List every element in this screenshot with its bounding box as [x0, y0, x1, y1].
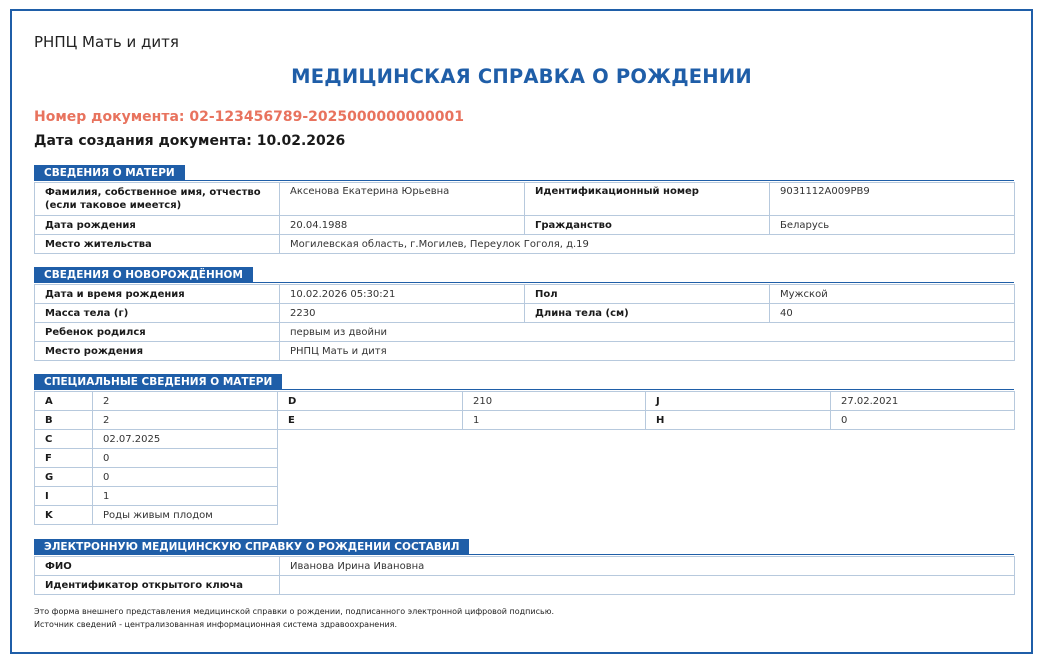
table-row: Идентификатор открытого ключа — [34, 575, 1015, 595]
footer-note-source: Источник сведений - централизованная инф… — [34, 620, 398, 629]
mother-birth-date: 20.04.1988 — [279, 215, 525, 235]
special-g: 0 — [92, 467, 278, 487]
document-title: МЕДИЦИНСКАЯ СПРАВКА О РОЖДЕНИИ — [291, 65, 752, 88]
special-i-label: I — [34, 486, 93, 506]
mother-residence: Могилевская область, г.Могилев, Переулок… — [279, 234, 1015, 254]
mother-birth-date-label: Дата рождения — [34, 215, 280, 235]
special-j-label: J — [645, 391, 831, 411]
newborn-born-label: Ребенок родился — [34, 322, 280, 342]
newborn-section-rule — [34, 282, 1014, 283]
newborn-length-label: Длина тела (см) — [524, 303, 770, 323]
table-row: Ребенок родился первым из двойни — [34, 322, 1015, 342]
mother-residence-label: Место жительства — [34, 234, 280, 254]
footer-note-signature: Это форма внешнего представления медицин… — [34, 607, 554, 616]
document-number: Номер документа: 02-123456789-2025000000… — [34, 109, 465, 125]
table-row: ФИО Иванова Ирина Ивановна — [34, 556, 1015, 576]
special-f-label: F — [34, 448, 93, 468]
special-c-label: C — [34, 429, 93, 449]
newborn-born: первым из двойни — [279, 322, 1015, 342]
table-row: Дата и время рождения 10.02.2026 05:30:2… — [34, 284, 1015, 304]
newborn-place: РНПЦ Мать и дитя — [279, 341, 1015, 361]
newborn-birth-datetime: 10.02.2026 05:30:21 — [279, 284, 525, 304]
mother-citizenship-label: Гражданство — [524, 215, 770, 235]
table-row: Дата рождения 20.04.1988 Гражданство Бел… — [34, 215, 1015, 235]
special-j: 27.02.2021 — [830, 391, 1015, 411]
table-row: Место рождения РНПЦ Мать и дитя — [34, 341, 1015, 361]
mother-section-rule — [34, 180, 1014, 181]
special-g-label: G — [34, 467, 93, 487]
special-section-title: СПЕЦИАЛЬНЫЕ СВЕДЕНИЯ О МАТЕРИ — [34, 374, 283, 390]
special-d-label: D — [277, 391, 463, 411]
newborn-weight: 2230 — [279, 303, 525, 323]
newborn-section-title: СВЕДЕНИЯ О НОВОРОЖДЁННОМ — [34, 267, 253, 283]
organization-name: РНПЦ Мать и дитя — [34, 33, 179, 51]
composer-name: Иванова Ирина Ивановна — [279, 556, 1015, 576]
mother-section-title: СВЕДЕНИЯ О МАТЕРИ — [34, 165, 185, 181]
newborn-table: Дата и время рождения 10.02.2026 05:30:2… — [34, 284, 1015, 361]
newborn-place-label: Место рождения — [34, 341, 280, 361]
table-row: A 2 D 210 J 27.02.2021 — [34, 391, 1015, 411]
mother-full-name-label: Фамилия, собственное имя, отчество (если… — [34, 182, 280, 216]
special-e: 1 — [462, 410, 646, 430]
composer-key — [279, 575, 1015, 595]
special-table-extra: C 02.07.2025 F 0 G 0 I 1 K Роды живым пл… — [34, 429, 278, 525]
certificate-frame: РНПЦ Мать и дитя МЕДИЦИНСКАЯ СПРАВКА О Р… — [10, 9, 1033, 654]
special-d: 210 — [462, 391, 646, 411]
mother-id: 9031112A009PB9 — [769, 182, 1015, 216]
newborn-weight-label: Масса тела (г) — [34, 303, 280, 323]
composer-name-label: ФИО — [34, 556, 280, 576]
table-row: C 02.07.2025 — [34, 429, 278, 449]
mother-full-name: Аксенова Екатерина Юрьевна — [279, 182, 525, 216]
special-b: 2 — [92, 410, 278, 430]
special-h: 0 — [830, 410, 1015, 430]
newborn-birth-datetime-label: Дата и время рождения — [34, 284, 280, 304]
newborn-sex: Мужской — [769, 284, 1015, 304]
newborn-length: 40 — [769, 303, 1015, 323]
special-i: 1 — [92, 486, 278, 506]
table-row: F 0 — [34, 448, 278, 468]
document-creation-date: Дата создания документа: 10.02.2026 — [34, 133, 346, 149]
special-section-rule — [34, 389, 1014, 390]
table-row: Место жительства Могилевская область, г.… — [34, 234, 1015, 254]
mother-citizenship: Беларусь — [769, 215, 1015, 235]
composer-section-rule — [34, 554, 1014, 555]
special-f: 0 — [92, 448, 278, 468]
composer-key-label: Идентификатор открытого ключа — [34, 575, 280, 595]
table-row: Фамилия, собственное имя, отчество (если… — [34, 182, 1015, 216]
special-b-label: B — [34, 410, 93, 430]
table-row: K Роды живым плодом — [34, 505, 278, 525]
special-k-label: K — [34, 505, 93, 525]
table-row: G 0 — [34, 467, 278, 487]
special-a-label: A — [34, 391, 93, 411]
composer-section-title: ЭЛЕКТРОННУЮ МЕДИЦИНСКУЮ СПРАВКУ О РОЖДЕН… — [34, 539, 470, 555]
table-row: B 2 E 1 H 0 — [34, 410, 1015, 430]
composer-table: ФИО Иванова Ирина Ивановна Идентификатор… — [34, 556, 1015, 595]
special-h-label: H — [645, 410, 831, 430]
table-row: I 1 — [34, 486, 278, 506]
special-c: 02.07.2025 — [92, 429, 278, 449]
mother-id-label: Идентификационный номер — [524, 182, 770, 216]
special-k: Роды живым плодом — [92, 505, 278, 525]
special-table-main: A 2 D 210 J 27.02.2021 B 2 E 1 H 0 — [34, 391, 1015, 430]
special-e-label: E — [277, 410, 463, 430]
newborn-sex-label: Пол — [524, 284, 770, 304]
mother-table: Фамилия, собственное имя, отчество (если… — [34, 182, 1015, 254]
special-a: 2 — [92, 391, 278, 411]
table-row: Масса тела (г) 2230 Длина тела (см) 40 — [34, 303, 1015, 323]
